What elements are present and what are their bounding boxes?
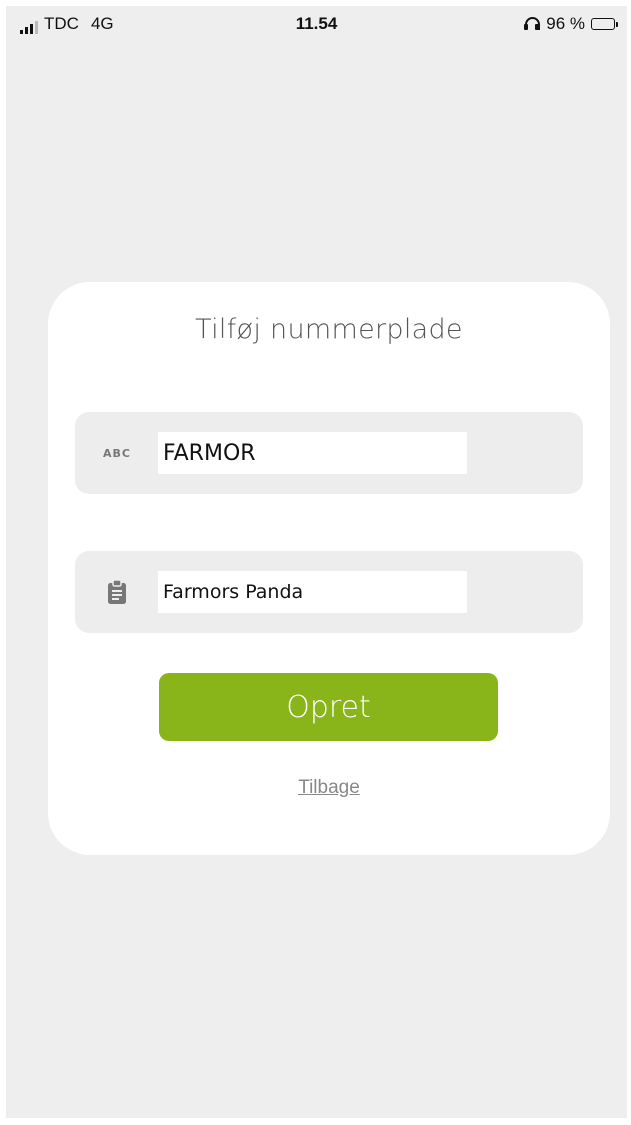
- plate-field-row: ABC: [75, 412, 583, 494]
- card-title: Tilføj nummerplade: [195, 314, 463, 345]
- app-screen: TDC 4G 11.54 96 % Tilføj nummerplade ABC: [6, 6, 627, 1118]
- plate-number-input[interactable]: [158, 432, 467, 474]
- add-plate-card: Tilføj nummerplade ABC Opret Tilbage: [48, 282, 610, 855]
- abc-icon-label: ABC: [103, 446, 131, 460]
- description-field-row: [75, 551, 583, 633]
- back-link[interactable]: Tilbage: [48, 777, 610, 799]
- abc-icon: ABC: [97, 412, 137, 494]
- status-right: 96 %: [524, 14, 618, 34]
- description-input[interactable]: [158, 571, 467, 613]
- headphone-icon: [524, 17, 541, 31]
- battery-icon: [591, 18, 618, 30]
- clipboard-icon: [97, 551, 137, 633]
- create-button[interactable]: Opret: [159, 673, 498, 741]
- battery-percent: 96 %: [546, 14, 585, 33]
- status-bar: TDC 4G 11.54 96 %: [6, 6, 627, 42]
